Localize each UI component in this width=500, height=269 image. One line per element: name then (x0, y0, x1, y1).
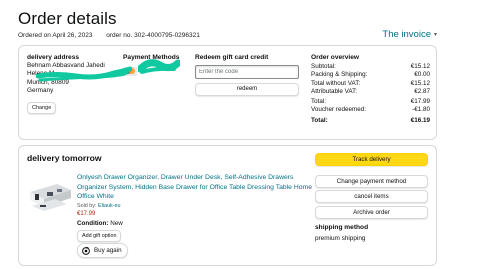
order-meta: Ordered on April 26, 2023 order no. 302-… (18, 32, 200, 39)
overview-row-total: Total: €17.99 (311, 98, 430, 106)
gift-card-heading: Redeem gift card credit (195, 54, 269, 61)
product-price: €17.99 (77, 211, 96, 217)
product-image[interactable] (27, 172, 73, 218)
order-overview-heading: Order overview (311, 54, 360, 61)
payment-methods-heading: Payment Methods (123, 54, 180, 61)
address-line: Munich, 80809 (27, 78, 69, 86)
address-line: Behnam Abbasvand Jahedi (27, 62, 105, 69)
shipping-method-value: premium shipping (315, 235, 366, 242)
overview-row-shipping: Packing & Shipping: €0.00 (311, 71, 430, 79)
overview-row-grand-total: Total: €16.19 (311, 116, 430, 124)
mastercard-icon (123, 66, 137, 76)
order-number: order no. 302-4000795-0296321 (106, 32, 200, 39)
address-line: Helene M (27, 70, 55, 78)
invoice-link[interactable]: The invoice ▾ (382, 29, 437, 40)
add-gift-option-button[interactable]: Add gift option (77, 230, 122, 242)
buy-again-label: Buy again (94, 247, 122, 254)
payment-methods-section: Payment Methods 3 (123, 54, 195, 79)
buy-again-button[interactable]: Buy again (77, 243, 128, 258)
overview-row-total-without-vat: Total without VAT: €15.12 (311, 79, 430, 87)
delivery-heading: delivery tomorrow (27, 153, 102, 163)
order-summary-card: delivery address Behnam Abbasvand Jahedi… (18, 45, 437, 140)
order-overview-section: Order overview Subtotal: €15.12 Packing &… (311, 54, 430, 125)
gift-code-input[interactable] (195, 65, 299, 79)
overview-row-vat: Attributable VAT: €2.87 (311, 87, 430, 95)
shipping-method-heading: shipping method (315, 224, 369, 231)
delivery-address-heading: delivery address (27, 54, 80, 61)
refresh-icon (82, 246, 90, 255)
gift-card-section: Redeem gift card credit redeem (195, 54, 301, 96)
address-lines: Behnam Abbasvand Jahedi Helene M Munich,… (27, 62, 123, 96)
overview-row-subtotal: Subtotal: €15.12 (311, 63, 430, 70)
redeem-button[interactable]: redeem (195, 83, 299, 96)
invoice-label: The invoice (382, 29, 431, 40)
track-delivery-button[interactable]: Track delivery (315, 153, 428, 166)
delivery-address-section: delivery address Behnam Abbasvand Jahedi… (27, 54, 123, 114)
cancel-items-button[interactable]: cancel items (315, 190, 428, 203)
change-payment-method-button[interactable]: Change payment method (315, 175, 428, 188)
address-line: Germany (27, 87, 54, 95)
archive-order-button[interactable]: Archive order (315, 206, 428, 219)
change-address-button[interactable]: Change (27, 101, 57, 114)
seller-link[interactable]: Eliauk-eu (98, 203, 120, 209)
page-title: Order details (18, 9, 117, 28)
overview-row-voucher: Voucher redeemed: -€1.80 (311, 106, 430, 114)
delivery-card: delivery tomorrow Onlyesh Drawer Organiz… (18, 145, 437, 266)
chevron-down-icon: ▾ (433, 32, 437, 38)
sold-by: Sold by: Eliauk-eu (77, 203, 121, 209)
card-number-suffix: 3 (143, 66, 148, 74)
product-title-link[interactable]: Onlyesh Drawer Organizer, Drawer Under D… (77, 173, 313, 202)
ordered-date: Ordered on April 26, 2023 (18, 32, 93, 39)
product-condition: Condition: New (77, 220, 123, 227)
